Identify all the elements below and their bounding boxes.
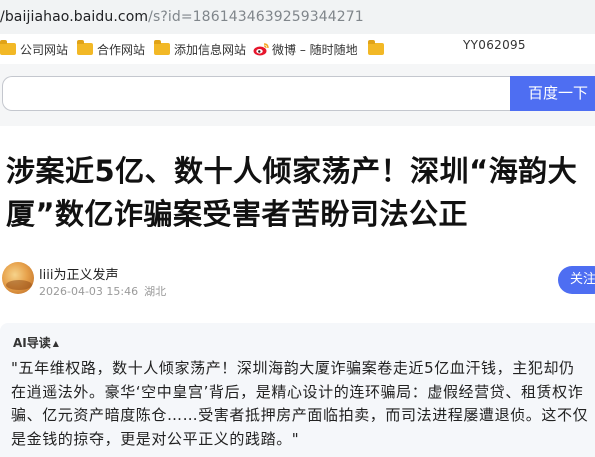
- folder-icon: [77, 40, 93, 55]
- author-name[interactable]: liii为正义发声: [39, 264, 118, 283]
- publish-date: 2026-04-03 15:46: [39, 285, 139, 298]
- bookmark-label: 合作网站: [97, 42, 146, 57]
- url-text[interactable]: /baijiahao.baidu.com/s?id=18614346392593…: [0, 8, 364, 26]
- bookmark-label: 添加信息网站: [174, 42, 247, 57]
- user-id: YY062095: [463, 38, 526, 52]
- bookmark-folder[interactable]: [368, 40, 388, 58]
- article-meta: 2026-04-03 15:46 湖北: [39, 283, 166, 299]
- ai-summary-label: AI导读: [13, 336, 51, 350]
- author-avatar[interactable]: [2, 262, 34, 294]
- address-bar[interactable]: /baijiahao.baidu.com/s?id=18614346392593…: [0, 0, 595, 34]
- url-path: /s?id=1861434639259344271: [148, 9, 364, 25]
- article-title: 涉案近5亿、数十人倾家荡产！深圳“海韵大厦”数亿诈骗案受害者苦盼司法公正: [6, 154, 578, 231]
- caret-up-icon: ▲: [52, 339, 59, 348]
- weibo-icon: [253, 43, 269, 56]
- bookmark-weibo[interactable]: 微博 – 随时随地: [253, 40, 357, 58]
- bookmark-add-info-sites[interactable]: 添加信息网站: [154, 40, 246, 58]
- folder-icon: [0, 40, 16, 55]
- search-input[interactable]: [2, 76, 510, 111]
- search-button[interactable]: 百度一下: [510, 76, 595, 111]
- publish-location: 湖北: [144, 285, 167, 298]
- bookmark-company-sites[interactable]: 公司网站: [0, 40, 68, 58]
- bookmark-partner-sites[interactable]: 合作网站: [77, 40, 145, 58]
- ai-summary-toggle[interactable]: AI导读 ▲: [13, 334, 59, 351]
- folder-icon: [154, 40, 170, 55]
- url-host: /baijiahao.baidu.com: [0, 9, 149, 25]
- folder-icon: [368, 40, 384, 55]
- bookmark-label: 公司网站: [20, 42, 69, 57]
- bookmark-label: 微博 – 随时随地: [272, 42, 357, 57]
- follow-button[interactable]: 关注: [558, 266, 595, 294]
- ai-summary-text: "五年维权路，数十人倾家荡产！深圳海韵大厦诈骗案卷走近5亿血汗钱，主犯却仍在逍遥…: [11, 359, 589, 448]
